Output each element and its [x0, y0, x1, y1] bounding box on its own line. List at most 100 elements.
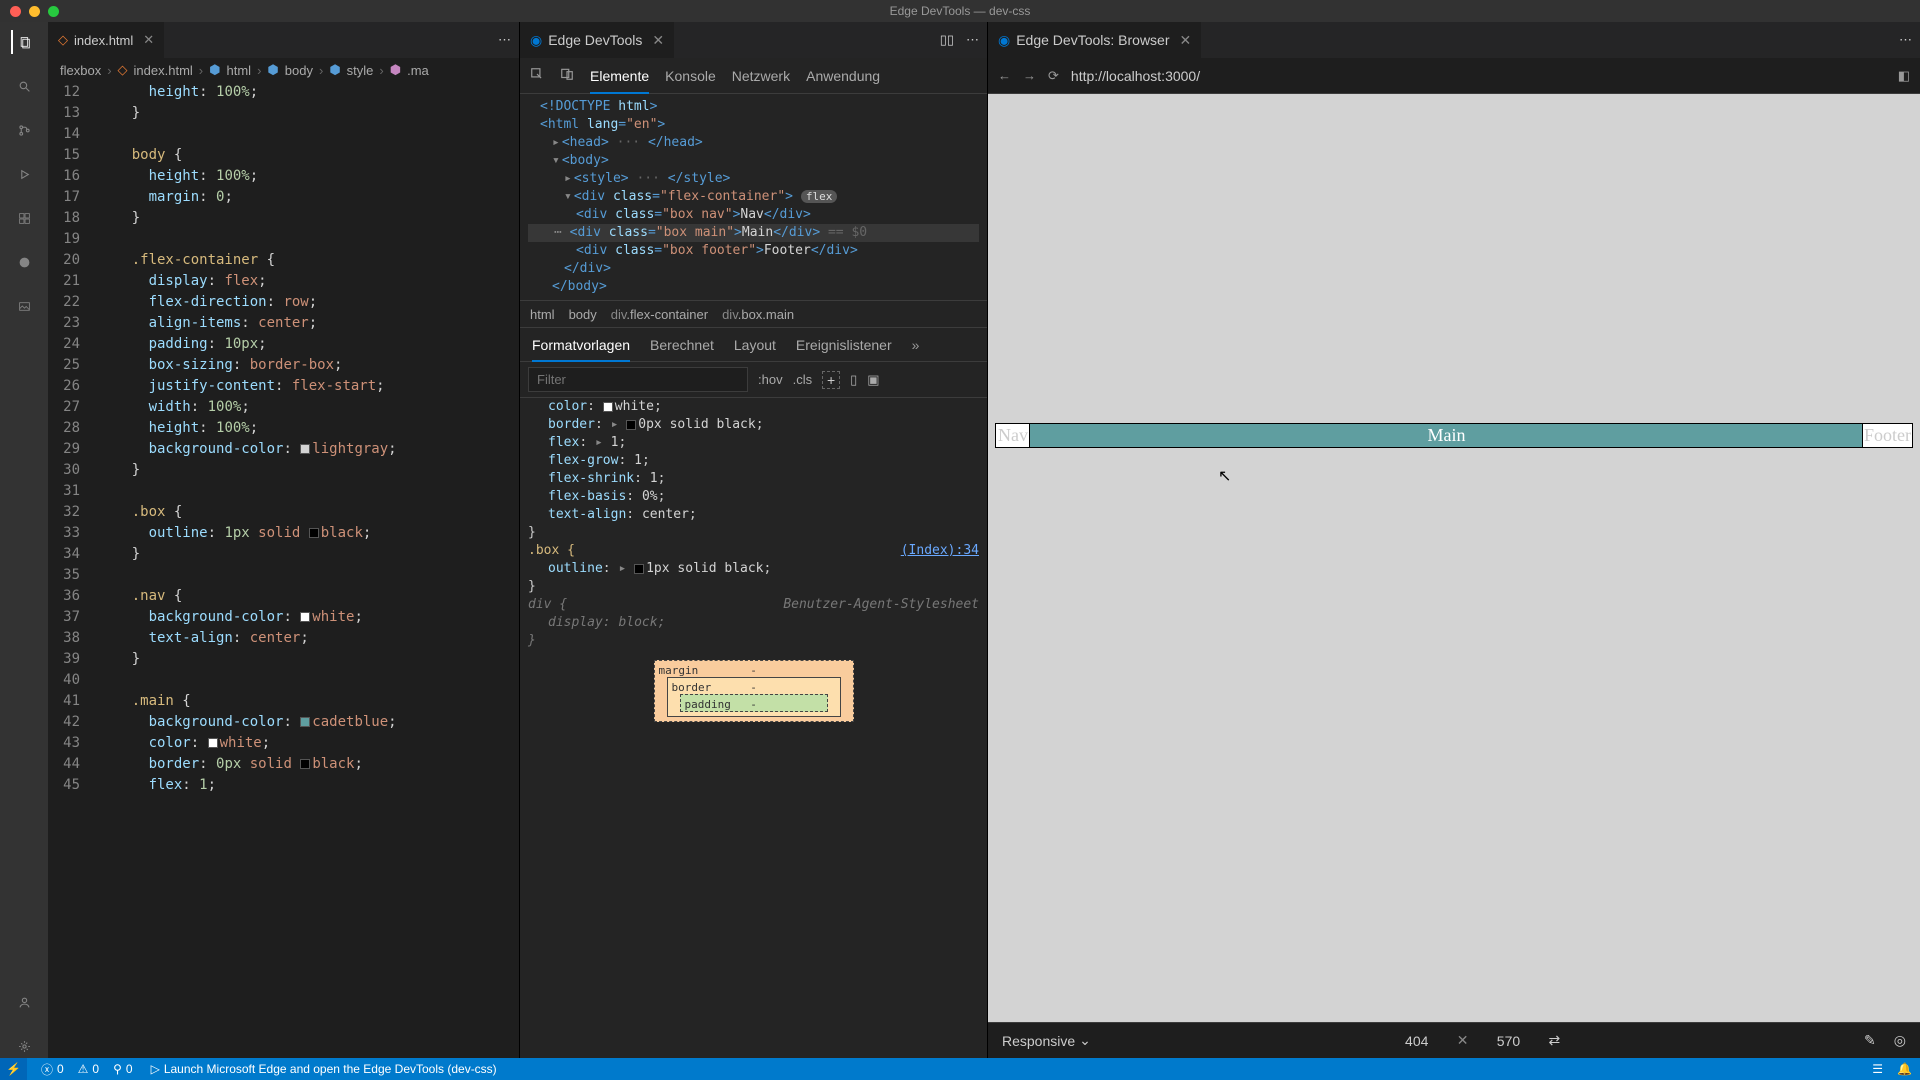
responsive-dropdown[interactable]: Responsive ⌄ [1002, 1032, 1091, 1049]
styles-body[interactable]: color: white;border: ▸ 0px solid black;f… [520, 398, 987, 1058]
device-toggle-icon[interactable] [560, 67, 574, 84]
breadcrumb-item[interactable]: html [530, 307, 555, 322]
image-icon[interactable] [12, 294, 36, 318]
launch-hint[interactable]: ▷ Launch Microsoft Edge and open the Edg… [151, 1062, 497, 1076]
preview-main-box: Main [1030, 424, 1863, 447]
url-bar[interactable]: http://localhost:3000/ [1071, 68, 1886, 84]
tab-label: Edge DevTools: Browser [1016, 32, 1169, 48]
flex-container-preview: Nav Main Footer [996, 424, 1912, 447]
target-icon[interactable]: ◎ [1894, 1032, 1906, 1049]
breadcrumb-item[interactable]: .flex-container [626, 307, 708, 322]
preview-footer-box: Footer [1863, 424, 1912, 447]
editor-tab-index[interactable]: ◇ index.html ✕ [48, 22, 164, 58]
panel-icon[interactable]: ▣ [867, 372, 879, 388]
close-window-button[interactable] [10, 6, 21, 17]
chevron-down-icon: ⌄ [1079, 1032, 1091, 1049]
styles-tabs: Formatvorlagen Berechnet Layout Ereignis… [520, 328, 987, 362]
network-tab[interactable]: Netzwerk [732, 68, 790, 84]
editor-more-icon[interactable]: ⋯ [498, 32, 511, 48]
browser-panel: ◉ Edge DevTools: Browser ✕ ⋯ ← → ⟳ http:… [988, 22, 1920, 1058]
window-controls [10, 6, 59, 17]
more-tabs-icon[interactable]: » [912, 337, 920, 353]
styles-tab-ereignislistener[interactable]: Ereignislistener [796, 337, 892, 353]
devtools-tab[interactable]: ◉ Edge DevTools ✕ [520, 22, 674, 58]
more-icon[interactable]: ⋯ [966, 32, 979, 48]
filter-input[interactable] [528, 367, 748, 392]
warnings-count[interactable]: ⚠ 0 [78, 1062, 99, 1076]
device-bar: Responsive ⌄ ✕ ⇄ ✎ ◎ [988, 1022, 1920, 1058]
close-tab-icon[interactable]: ✕ [143, 32, 154, 48]
styles-tab-formatvorlagen[interactable]: Formatvorlagen [532, 337, 630, 362]
rotate-icon[interactable]: ⇄ [1548, 1032, 1560, 1049]
styles-tab-berechnet[interactable]: Berechnet [650, 337, 714, 353]
dom-breadcrumb[interactable]: html body div.flex-container div.box.mai… [520, 300, 987, 328]
breadcrumb-item[interactable]: .ma [407, 63, 429, 78]
editor-panel: ◇ index.html ✕ ⋯ flexbox› ◇index.html› ⬢… [48, 22, 520, 1058]
forward-button[interactable]: → [1023, 68, 1036, 83]
debug-icon[interactable] [12, 162, 36, 186]
cursor-icon: ↖ [1218, 466, 1231, 486]
minimize-window-button[interactable] [29, 6, 40, 17]
styles-filter-bar: :hov .cls + ▯ ▣ [520, 362, 987, 398]
window-title: Edge DevTools — dev-css [890, 4, 1031, 18]
edge-icon[interactable] [12, 250, 36, 274]
html-file-icon: ◇ [58, 32, 68, 48]
breadcrumb-item[interactable]: body [569, 307, 597, 322]
more-icon[interactable]: ⋯ [1899, 32, 1912, 48]
width-input[interactable] [1395, 1033, 1439, 1049]
breadcrumb-item[interactable]: html [227, 63, 252, 78]
screenshot-icon[interactable]: ✎ [1864, 1032, 1876, 1049]
explorer-icon[interactable] [11, 30, 35, 54]
tab-label: index.html [74, 33, 133, 48]
titlebar: Edge DevTools — dev-css [0, 0, 1920, 22]
device-icon[interactable]: ▯ [850, 372, 857, 388]
source-control-icon[interactable] [12, 118, 36, 142]
dock-icon[interactable]: ◧ [1898, 68, 1910, 84]
close-tab-icon[interactable]: ✕ [1180, 32, 1192, 49]
search-icon[interactable] [12, 74, 36, 98]
styles-tab-layout[interactable]: Layout [734, 337, 776, 353]
page-preview[interactable]: Nav Main Footer ↖ [988, 94, 1920, 1022]
close-tab-icon[interactable]: ✕ [652, 32, 664, 49]
split-editor-icon[interactable]: ▯▯ [940, 32, 954, 48]
console-tab[interactable]: Konsole [665, 68, 716, 84]
height-input[interactable] [1486, 1033, 1530, 1049]
hov-button[interactable]: :hov [758, 372, 783, 387]
activity-bar [0, 22, 48, 1058]
settings-icon[interactable] [12, 1034, 36, 1058]
new-style-button[interactable]: + [822, 371, 840, 389]
dom-tree[interactable]: <!DOCTYPE html><html lang="en">▸<head> ·… [520, 94, 987, 300]
edge-logo-icon: ◉ [998, 32, 1010, 49]
extensions-icon[interactable] [12, 206, 36, 230]
reload-button[interactable]: ⟳ [1048, 68, 1059, 84]
breadcrumb[interactable]: flexbox› ◇index.html› ⬢html› ⬢body› ⬢sty… [48, 58, 519, 82]
statusbar: ⚡ ⓧ 0 ⚠ 0 ⚲ 0 ▷ Launch Microsoft Edge an… [0, 1058, 1920, 1080]
browser-tabs: ◉ Edge DevTools: Browser ✕ ⋯ [988, 22, 1920, 58]
breadcrumb-item[interactable]: index.html [134, 63, 193, 78]
account-icon[interactable] [12, 990, 36, 1014]
notifications-icon[interactable]: 🔔 [1897, 1062, 1912, 1076]
browser-tab[interactable]: ◉ Edge DevTools: Browser ✕ [988, 22, 1201, 58]
status-right-icon[interactable]: ☰ [1872, 1062, 1883, 1076]
breadcrumb-item[interactable]: style [347, 63, 374, 78]
code-editor[interactable]: 12 height: 100%;13 }1415 body {16 height… [48, 82, 519, 1058]
errors-count[interactable]: ⓧ 0 [41, 1061, 64, 1078]
edge-logo-icon: ◉ [530, 32, 542, 49]
browser-toolbar: ← → ⟳ http://localhost:3000/ ◧ [988, 58, 1920, 94]
maximize-window-button[interactable] [48, 6, 59, 17]
preview-nav-box: Nav [996, 424, 1030, 447]
back-button[interactable]: ← [998, 68, 1011, 83]
breadcrumb-item[interactable]: body [285, 63, 313, 78]
dimension-separator: ✕ [1457, 1032, 1469, 1049]
port-indicator[interactable]: ⚲ 0 [113, 1062, 132, 1076]
breadcrumb-item[interactable]: .box.main [738, 307, 794, 322]
devtools-panel: ◉ Edge DevTools ✕ ▯▯ ⋯ Elemente Konsole … [520, 22, 988, 1058]
remote-indicator[interactable]: ⚡ [0, 1058, 27, 1080]
inspect-element-icon[interactable] [530, 67, 544, 84]
devtools-tabs: ◉ Edge DevTools ✕ ▯▯ ⋯ [520, 22, 987, 58]
cls-button[interactable]: .cls [793, 372, 813, 387]
tab-label: Edge DevTools [548, 32, 642, 48]
elements-tab[interactable]: Elemente [590, 68, 649, 94]
breadcrumb-item[interactable]: flexbox [60, 63, 101, 78]
application-tab[interactable]: Anwendung [806, 68, 880, 84]
